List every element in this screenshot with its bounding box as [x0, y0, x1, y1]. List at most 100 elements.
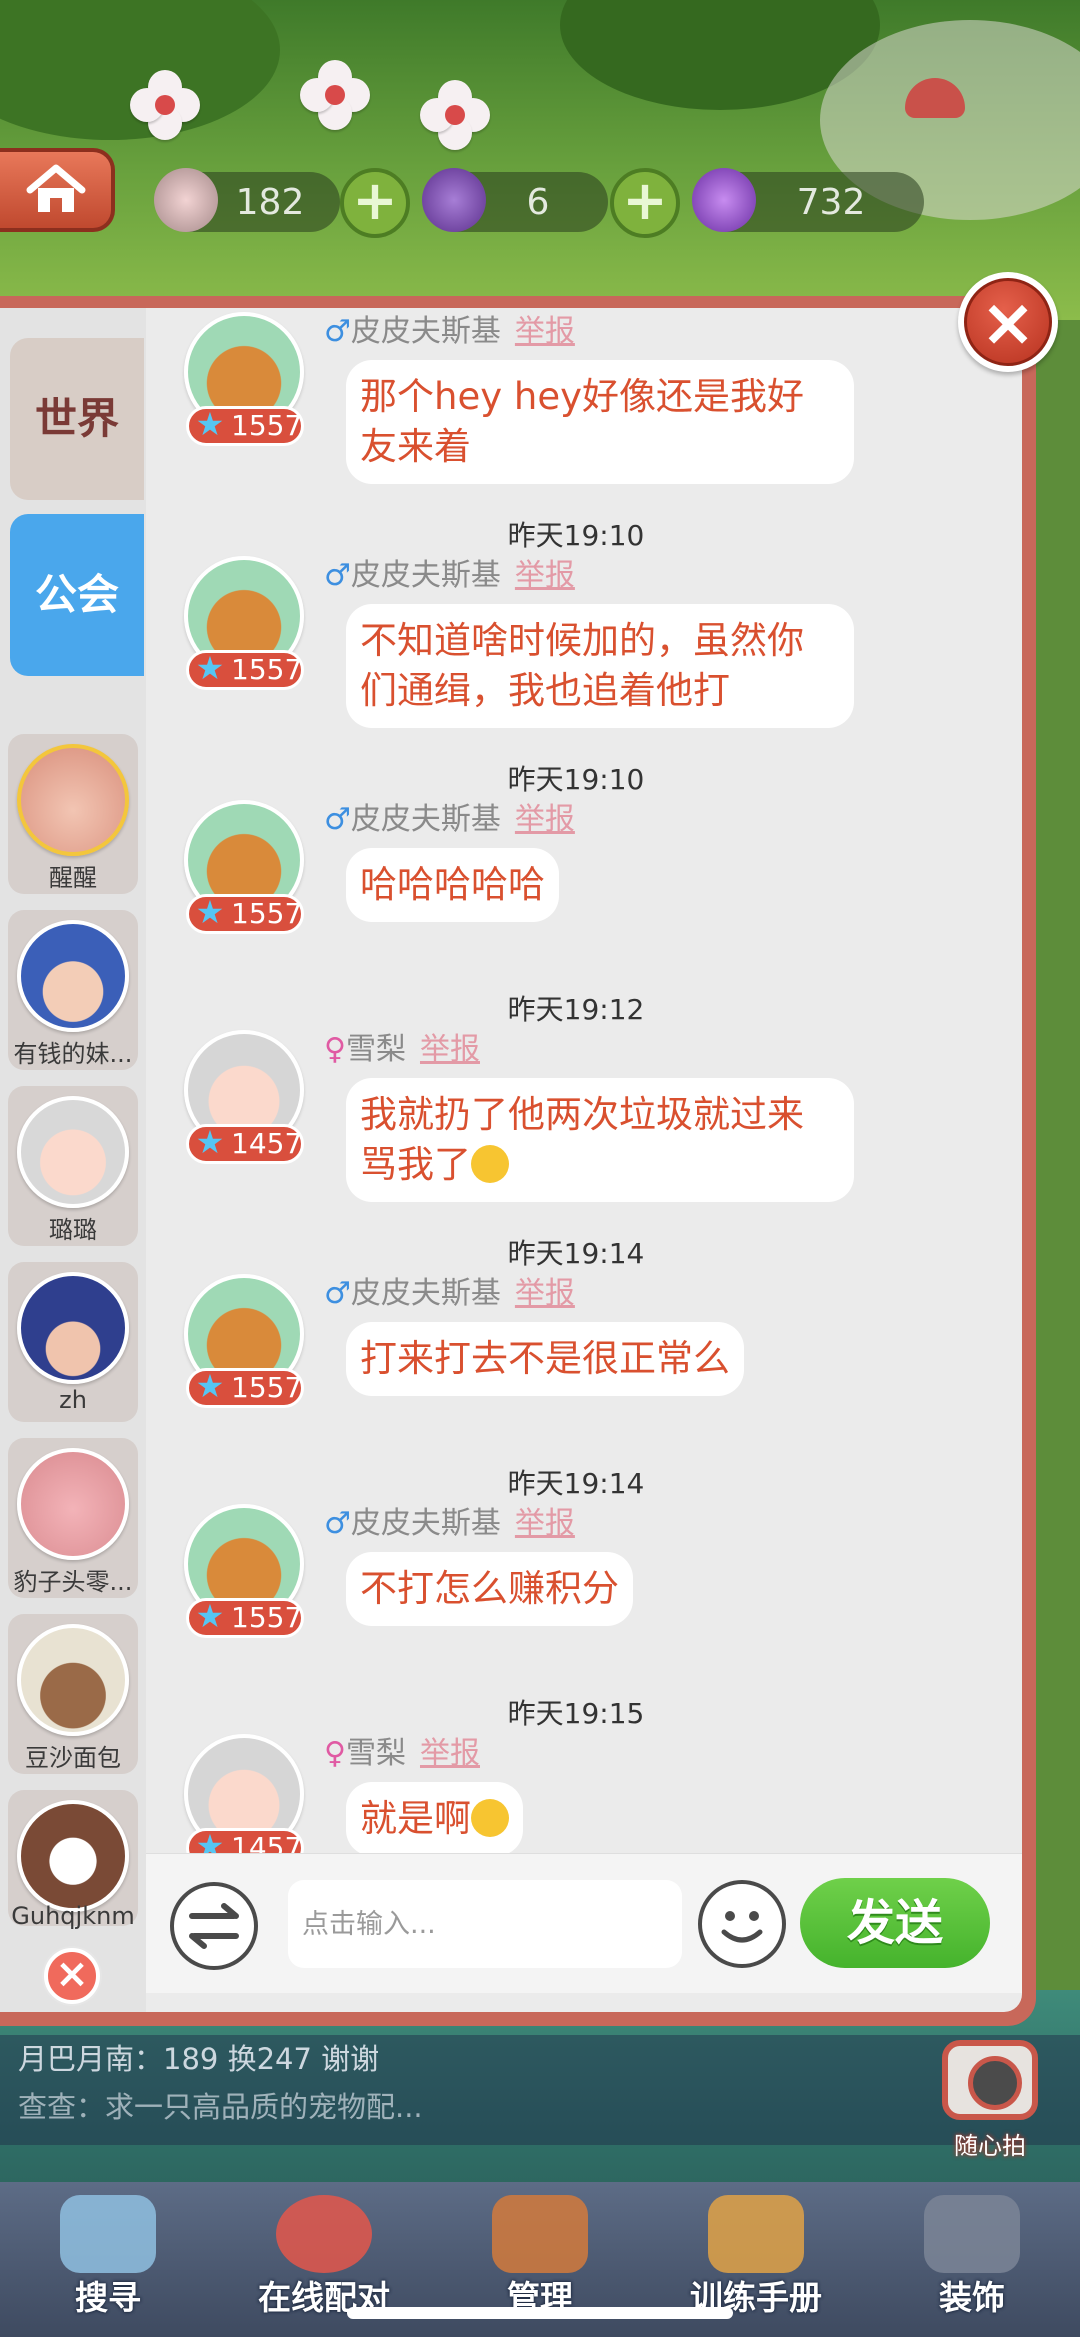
- camera-icon: [942, 2040, 1038, 2120]
- level-badge: ★ 1557: [186, 650, 304, 690]
- add-rod-button[interactable]: +: [610, 168, 680, 238]
- close-friend-list-button[interactable]: ×: [44, 1948, 100, 2004]
- message-bubble: 我就扔了他两次垃圾就过来骂我了: [346, 1078, 854, 1202]
- star-icon: ★: [195, 1827, 225, 1853]
- game-scene-top: [0, 0, 1080, 320]
- friend-item[interactable]: 有钱的妹...: [8, 910, 138, 1070]
- friend-name: zh: [59, 1386, 87, 1414]
- sender-line: ♂皮皮夫斯基 举报: [324, 1504, 575, 1544]
- gem-resource: 732: [692, 168, 924, 232]
- nav-online-match[interactable]: 在线配对: [224, 2189, 424, 2319]
- avatar: [17, 1096, 129, 1208]
- male-icon: ♂: [324, 1276, 351, 1311]
- sender-name: 皮皮夫斯基: [350, 558, 501, 593]
- cake-resource: 182: [154, 168, 340, 232]
- message-time: 昨天19:10: [507, 519, 645, 552]
- camera-label: 随心拍: [954, 2132, 1026, 2160]
- nav-decorate[interactable]: 装饰: [872, 2189, 1072, 2319]
- swap-arrows-icon: [189, 1903, 239, 1949]
- thinking-emoji-icon: [471, 1145, 509, 1183]
- send-button[interactable]: 发送: [800, 1878, 990, 1968]
- paint-icon: [924, 2195, 1020, 2273]
- emoji-button[interactable]: [698, 1880, 786, 1968]
- friend-name: 璐璐: [49, 1216, 97, 1244]
- laughing-emoji-icon: [471, 1799, 509, 1837]
- tab-guild[interactable]: 公会: [10, 514, 144, 676]
- report-link[interactable]: 举报: [420, 1032, 480, 1067]
- home-button[interactable]: [0, 148, 115, 232]
- friend-item[interactable]: 璐璐: [8, 1086, 138, 1246]
- chat-body: 世界 公会 醒醒 有钱的妹... 璐璐 zh 豹子头零... 豆沙面包 Guhq…: [0, 308, 1022, 2012]
- avatar: [17, 1448, 129, 1560]
- message-bubble: 就是啊: [346, 1782, 523, 1853]
- level-badge: ★ 1457: [186, 1828, 304, 1853]
- message-bubble: 打来打去不是很正常么: [346, 1322, 744, 1396]
- message-bubble: 那个hey hey好像还是我好友来着: [346, 360, 854, 484]
- male-icon: ♂: [324, 802, 351, 837]
- magnifier-icon: [60, 2195, 156, 2273]
- pet-house-icon: [492, 2195, 588, 2273]
- message-time: 昨天19:15: [507, 1697, 645, 1730]
- message-time: 昨天19:12: [507, 993, 645, 1026]
- switch-input-button[interactable]: [170, 1882, 258, 1970]
- star-icon: ★: [195, 1597, 225, 1635]
- friend-name: 有钱的妹...: [13, 1040, 133, 1068]
- report-link[interactable]: 举报: [515, 1506, 575, 1541]
- message-time: 昨天19:14: [507, 1237, 645, 1270]
- ticker-line: 月巴月南：189 换247 谢谢: [18, 2042, 380, 2076]
- star-icon: ★: [195, 405, 225, 443]
- sender-line: ♀雪梨 举报: [324, 1734, 480, 1774]
- friend-item[interactable]: 醒醒: [8, 734, 138, 894]
- nav-label: 搜寻: [75, 2278, 141, 2317]
- sender-name: 皮皮夫斯基: [350, 314, 501, 349]
- female-icon: ♀: [324, 1032, 346, 1067]
- home-icon: [26, 164, 85, 212]
- message-time: 昨天19:14: [507, 1467, 645, 1500]
- nav-manage[interactable]: 管理: [440, 2189, 640, 2319]
- star-icon: ★: [195, 1367, 225, 1405]
- smiley-icon: [721, 1911, 763, 1943]
- message-bubble: 不打怎么赚积分: [346, 1552, 633, 1626]
- sender-line: ♂皮皮夫斯基 举报: [324, 312, 575, 352]
- report-link[interactable]: 举报: [515, 314, 575, 349]
- friend-name: 豆沙面包: [25, 1744, 121, 1772]
- friend-item[interactable]: zh: [8, 1262, 138, 1422]
- report-link[interactable]: 举报: [515, 558, 575, 593]
- home-indicator[interactable]: [347, 2307, 733, 2319]
- star-icon: ★: [195, 1123, 225, 1161]
- message-list[interactable]: ★ 1557 ♂皮皮夫斯基 举报 那个hey hey好像还是我好友来着 昨天19:1…: [146, 308, 1022, 1853]
- gem-icon: [692, 168, 756, 232]
- chat-panel: 世界 公会 醒醒 有钱的妹... 璐璐 zh 豹子头零... 豆沙面包 Guhq…: [0, 296, 1036, 2026]
- level-badge: ★ 1557: [186, 894, 304, 934]
- nav-training-manual[interactable]: 训练手册: [656, 2189, 856, 2319]
- heart-icon: [276, 2195, 372, 2273]
- sender-line: ♂皮皮夫斯基 举报: [324, 556, 575, 596]
- friend-item[interactable]: 豆沙面包: [8, 1614, 138, 1774]
- chat-ticker[interactable]: 月巴月南：189 换247 谢谢 查查：求一只高品质的宠物配...: [0, 2035, 1080, 2145]
- tab-world[interactable]: 世界: [10, 338, 144, 500]
- friend-name: Guhqjknm: [11, 1902, 135, 1930]
- level-badge: ★ 1557: [186, 406, 304, 446]
- report-link[interactable]: 举报: [420, 1736, 480, 1771]
- sender-name: 皮皮夫斯基: [350, 1506, 501, 1541]
- camera-button[interactable]: 随心拍: [935, 2040, 1045, 2160]
- report-link[interactable]: 举报: [515, 1276, 575, 1311]
- level-badge: ★ 1557: [186, 1598, 304, 1638]
- nav-search[interactable]: 搜寻: [8, 2189, 208, 2319]
- message-input[interactable]: [288, 1880, 682, 1968]
- sender-name: 雪梨: [345, 1736, 406, 1771]
- sender-line: ♂皮皮夫斯基 举报: [324, 1274, 575, 1314]
- friend-item[interactable]: Guhqjknm: [8, 1790, 138, 1930]
- male-icon: ♂: [324, 558, 351, 593]
- avatar: [17, 1272, 129, 1384]
- close-chat-button[interactable]: ×: [958, 272, 1058, 372]
- sender-name: 皮皮夫斯基: [350, 1276, 501, 1311]
- input-bar: 发送: [146, 1853, 1022, 1993]
- rod-resource: 6: [422, 168, 608, 232]
- nav-label: 装饰: [939, 2278, 1005, 2317]
- report-link[interactable]: 举报: [515, 802, 575, 837]
- friend-item[interactable]: 豹子头零...: [8, 1438, 138, 1598]
- add-cake-button[interactable]: +: [340, 168, 410, 238]
- avatar: [17, 1800, 129, 1912]
- chat-sidebar: 世界 公会 醒醒 有钱的妹... 璐璐 zh 豹子头零... 豆沙面包 Guhq…: [0, 308, 146, 2012]
